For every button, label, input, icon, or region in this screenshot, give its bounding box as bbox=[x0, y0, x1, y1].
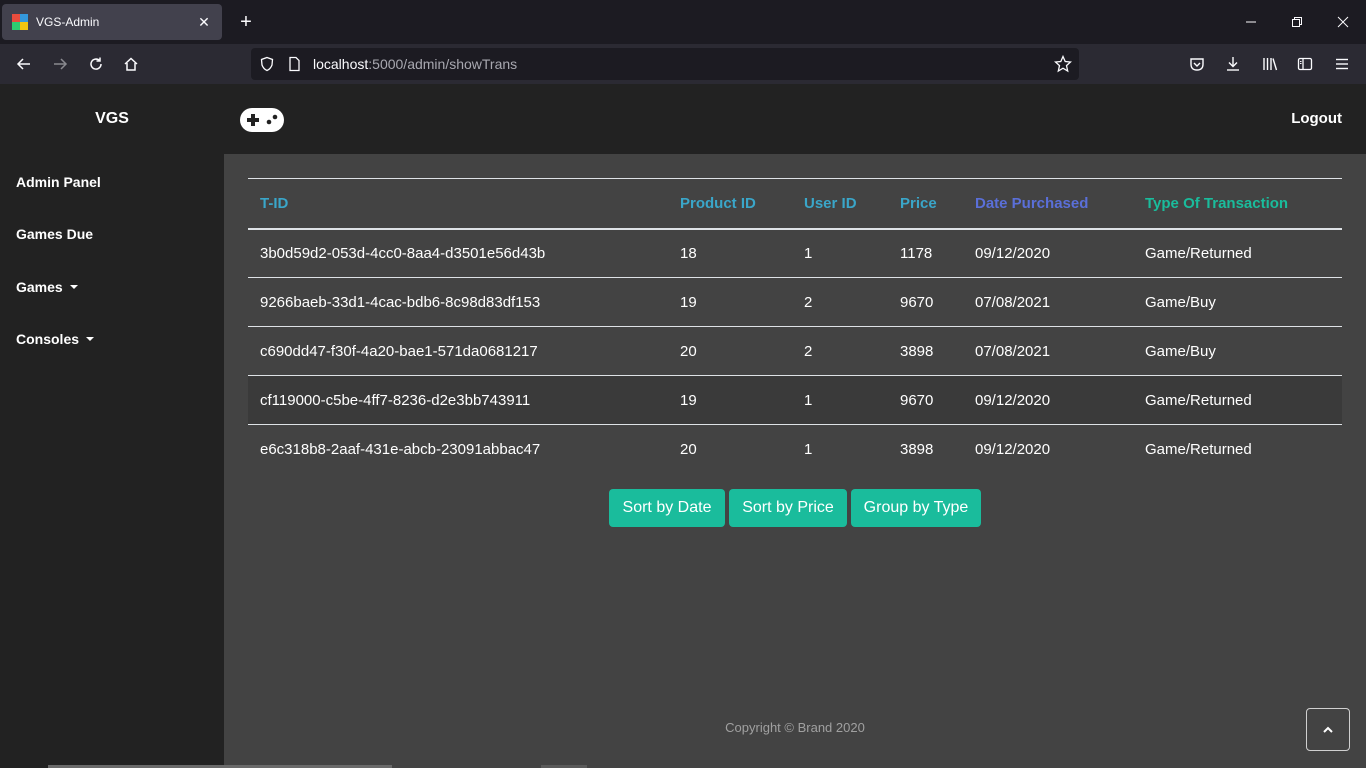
cell-product-id: 20 bbox=[680, 342, 697, 360]
cell-product-id: 20 bbox=[680, 440, 697, 458]
cell-type: Game/Buy bbox=[1145, 293, 1216, 311]
chevron-down-icon bbox=[69, 285, 78, 289]
url-bar[interactable]: localhost:5000/admin/showTrans bbox=[251, 48, 1079, 80]
cell-date: 07/08/2021 bbox=[975, 293, 1051, 311]
col-header-transaction-type[interactable]: Type Of Transaction bbox=[1133, 179, 1342, 229]
tab-close-icon[interactable]: ✕ bbox=[196, 14, 212, 31]
group-by-type-button[interactable]: Group by Type bbox=[851, 489, 981, 527]
page-content: VGS Admin Panel Games Due Games Consoles… bbox=[0, 84, 1366, 768]
cell-product-id: 19 bbox=[680, 293, 697, 311]
menu-icon[interactable] bbox=[1330, 52, 1354, 76]
cell-tid: e6c318b8-2aaf-431e-abcb-23091abbac47 bbox=[260, 440, 541, 458]
chevron-down-icon bbox=[86, 337, 95, 341]
cell-user-id: 1 bbox=[804, 440, 813, 458]
back-icon[interactable] bbox=[12, 52, 36, 76]
url-path: :5000/admin/showTrans bbox=[368, 56, 518, 72]
cell-user-id: 1 bbox=[804, 244, 813, 262]
library-icon[interactable] bbox=[1258, 52, 1282, 76]
browser-tab[interactable]: VGS-Admin ✕ bbox=[2, 4, 222, 40]
bookmark-star-icon[interactable] bbox=[1051, 52, 1075, 76]
cell-price: 9670 bbox=[900, 293, 934, 311]
top-navbar: Logout bbox=[224, 84, 1366, 154]
sort-by-price-button[interactable]: Sort by Price bbox=[729, 489, 847, 527]
cell-tid: 9266baeb-33d1-4cac-bdb6-8c98d83df153 bbox=[260, 293, 541, 311]
table-row: c690dd47-f30f-4a20-bae1-571da0681217 20 … bbox=[248, 327, 1342, 376]
gamepad-icon[interactable] bbox=[239, 107, 285, 133]
col-header-tid[interactable]: T-ID bbox=[248, 179, 668, 229]
logout-link[interactable]: Logout bbox=[1291, 110, 1342, 127]
sidebar-item-games-due[interactable]: Games Due bbox=[16, 226, 93, 242]
sidebar-item-label: Admin Panel bbox=[16, 174, 101, 190]
cell-date: 07/08/2021 bbox=[975, 342, 1051, 360]
cell-price: 3898 bbox=[900, 440, 934, 458]
table-row: cf119000-c5be-4ff7-8236-d2e3bb743911 19 … bbox=[248, 375, 1342, 425]
cell-user-id: 2 bbox=[804, 342, 813, 360]
page-icon bbox=[282, 52, 306, 76]
sort-button-group: Sort by Date Sort by Price Group by Type bbox=[609, 489, 981, 527]
shield-icon[interactable] bbox=[255, 52, 279, 76]
minimize-icon[interactable] bbox=[1239, 10, 1263, 34]
sidebar-item-games[interactable]: Games bbox=[16, 279, 78, 295]
chevron-up-icon bbox=[1323, 726, 1333, 733]
sort-by-date-button[interactable]: Sort by Date bbox=[609, 489, 725, 527]
cell-type: Game/Returned bbox=[1145, 391, 1252, 409]
cell-type: Game/Returned bbox=[1145, 440, 1252, 458]
col-header-price[interactable]: Price bbox=[888, 179, 963, 229]
cell-date: 09/12/2020 bbox=[975, 391, 1051, 409]
url-text[interactable]: localhost:5000/admin/showTrans bbox=[313, 56, 517, 72]
sidebar: VGS Admin Panel Games Due Games Consoles bbox=[0, 84, 224, 768]
cell-price: 9670 bbox=[900, 391, 934, 409]
home-icon[interactable] bbox=[119, 52, 143, 76]
sidebar-toggle-icon[interactable] bbox=[1293, 52, 1317, 76]
brand-logo[interactable]: VGS bbox=[0, 110, 224, 128]
cell-tid: cf119000-c5be-4ff7-8236-d2e3bb743911 bbox=[260, 391, 531, 409]
cell-date: 09/12/2020 bbox=[975, 244, 1051, 262]
url-host: localhost bbox=[313, 56, 369, 72]
cell-user-id: 1 bbox=[804, 391, 813, 409]
cell-tid: c690dd47-f30f-4a20-bae1-571da0681217 bbox=[260, 342, 538, 360]
forward-icon[interactable] bbox=[48, 52, 72, 76]
cell-tid: 3b0d59d2-053d-4cc0-8aa4-d3501e56d43b bbox=[260, 244, 546, 262]
table-row: e6c318b8-2aaf-431e-abcb-23091abbac47 20 … bbox=[248, 425, 1342, 474]
restore-icon[interactable] bbox=[1285, 10, 1309, 34]
col-header-user-id[interactable]: User ID bbox=[792, 179, 888, 229]
close-window-icon[interactable] bbox=[1331, 10, 1355, 34]
transactions-table: T-ID Product ID User ID Price Date Purch… bbox=[248, 178, 1342, 474]
cell-type: Game/Buy bbox=[1145, 342, 1216, 360]
sidebar-item-label: Games Due bbox=[16, 226, 94, 242]
site-favicon-icon bbox=[12, 14, 28, 30]
cell-user-id: 2 bbox=[804, 293, 813, 311]
table-header-row: T-ID Product ID User ID Price Date Purch… bbox=[248, 178, 1342, 229]
cell-product-id: 18 bbox=[680, 244, 697, 262]
table-row: 9266baeb-33d1-4cac-bdb6-8c98d83df153 19 … bbox=[248, 278, 1342, 327]
col-header-date-purchased[interactable]: Date Purchased bbox=[963, 179, 1133, 229]
cell-price: 1178 bbox=[900, 244, 933, 262]
sidebar-item-admin-panel[interactable]: Admin Panel bbox=[16, 174, 101, 190]
downloads-icon[interactable] bbox=[1221, 52, 1245, 76]
scroll-to-top-button[interactable] bbox=[1306, 708, 1350, 751]
pocket-icon[interactable] bbox=[1185, 52, 1209, 76]
sidebar-item-label: Games bbox=[16, 279, 63, 295]
sidebar-item-consoles[interactable]: Consoles bbox=[16, 331, 95, 347]
new-tab-icon[interactable]: + bbox=[236, 12, 256, 32]
reload-icon[interactable] bbox=[84, 52, 108, 76]
table-row: 3b0d59d2-053d-4cc0-8aa4-d3501e56d43b 18 … bbox=[248, 229, 1342, 278]
cell-date: 09/12/2020 bbox=[975, 440, 1051, 458]
cell-type: Game/Returned bbox=[1145, 244, 1252, 262]
col-header-product-id[interactable]: Product ID bbox=[668, 179, 792, 229]
sidebar-item-label: Consoles bbox=[16, 331, 80, 347]
cell-product-id: 19 bbox=[680, 391, 697, 409]
tab-title: VGS-Admin bbox=[36, 15, 100, 29]
browser-tab-bar: VGS-Admin ✕ + bbox=[0, 0, 1366, 44]
cell-price: 3898 bbox=[900, 342, 934, 360]
copyright-text: Copyright © Brand 2020 bbox=[725, 720, 865, 735]
